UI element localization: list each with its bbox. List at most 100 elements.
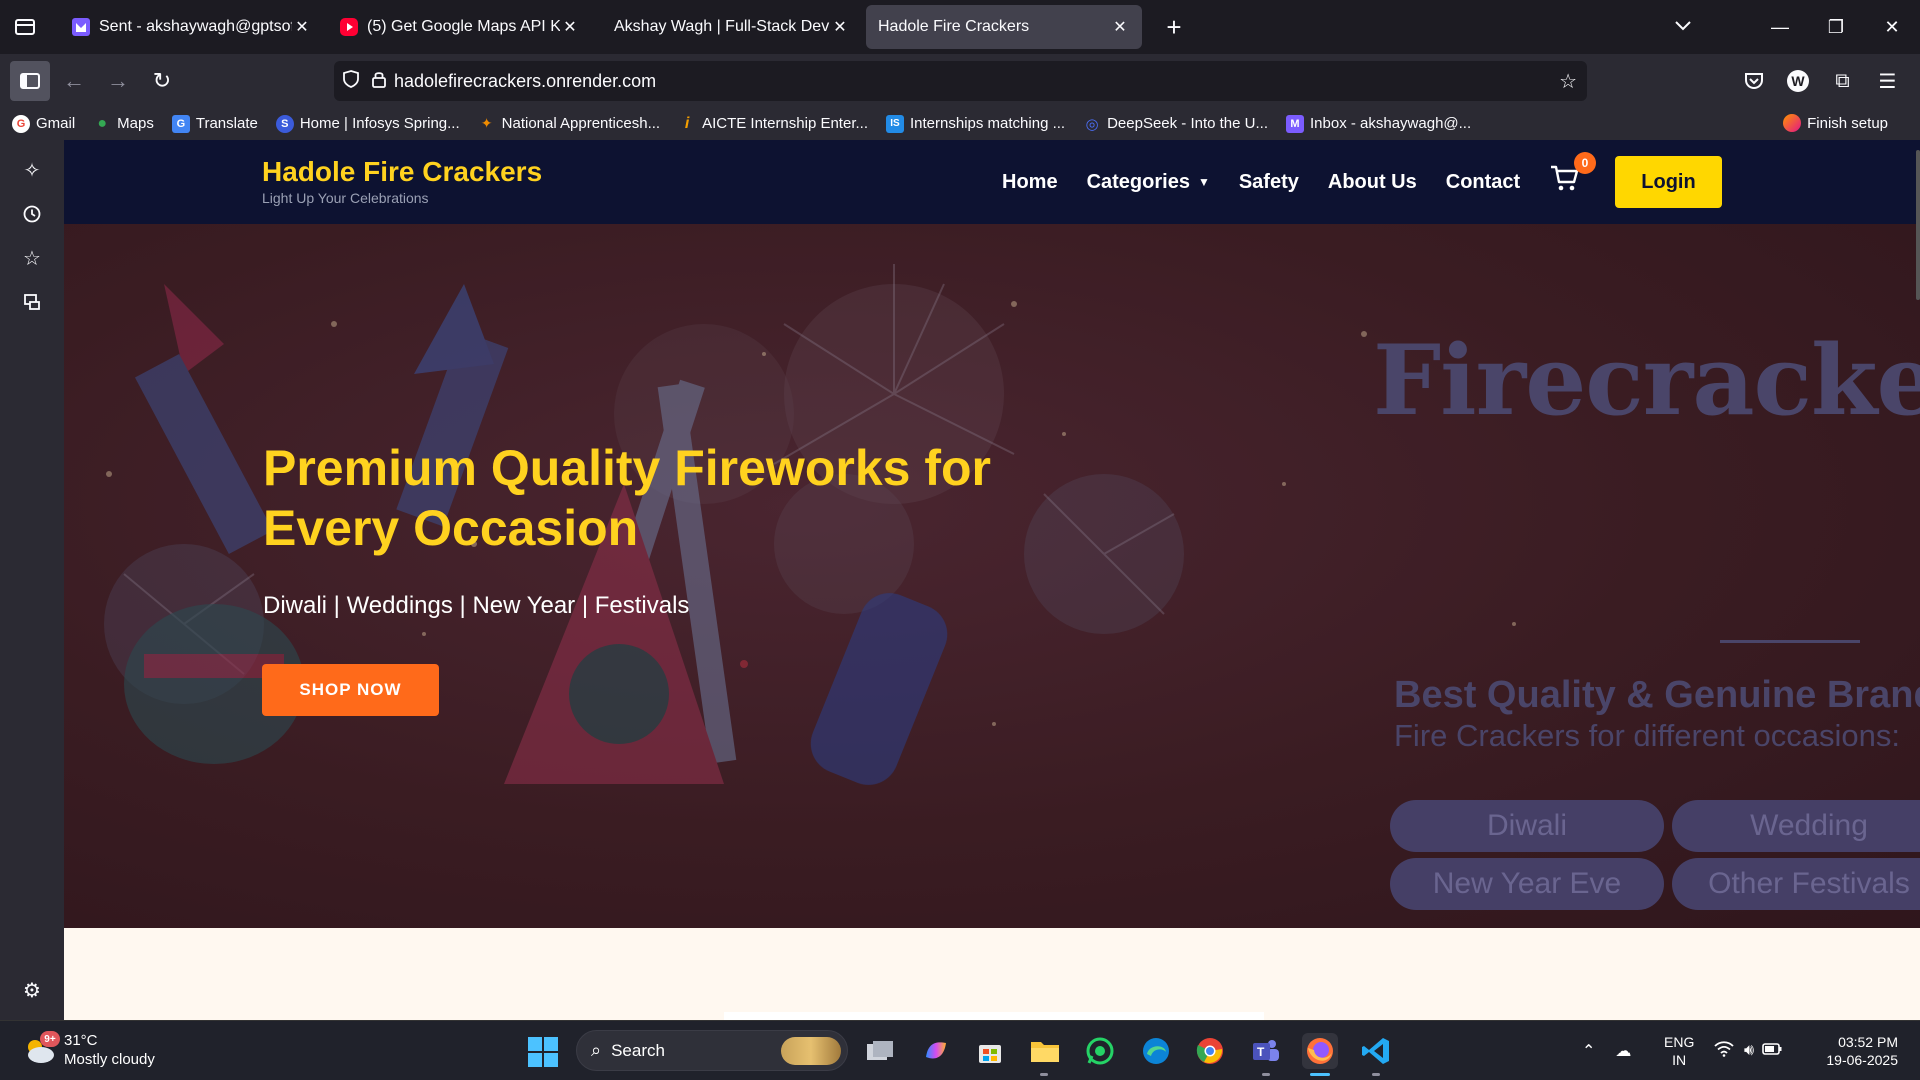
bookmark-gmail[interactable]: G Gmail: [12, 114, 75, 133]
sidebar-toggle-icon[interactable]: [10, 60, 50, 101]
clock-time: 03:52 PM: [1838, 1034, 1898, 1050]
synced-tabs-icon[interactable]: [0, 280, 64, 324]
tab-bar: Sent - akshaywagh@gptsoftwar ✕ (5) Get G…: [0, 0, 1920, 54]
close-window-icon[interactable]: ✕: [1864, 17, 1920, 38]
active-app-indicator: [1372, 1073, 1380, 1076]
tab-youtube[interactable]: (5) Get Google Maps API Key in ✕: [328, 5, 592, 49]
tab-list-icon[interactable]: [0, 0, 50, 54]
history-clock-icon[interactable]: [0, 192, 64, 236]
caret-down-icon: ▼: [1197, 175, 1210, 189]
springboard-icon: S: [275, 114, 294, 133]
shield-icon[interactable]: [334, 69, 368, 93]
onedrive-cloud-icon[interactable]: ☁: [1615, 1041, 1631, 1061]
page-scrollbar[interactable]: [1916, 150, 1920, 300]
reload-icon[interactable]: ↻: [142, 61, 182, 101]
vscode-icon[interactable]: [1358, 1033, 1394, 1069]
promo-line-2: Fire Crackers for different occasions:: [1394, 718, 1900, 753]
bookmark-aicte[interactable]: i AICTE Internship Enter...: [678, 115, 868, 133]
teams-icon[interactable]: T: [1248, 1033, 1284, 1069]
nav-home[interactable]: Home: [1002, 171, 1058, 194]
firefox-icon[interactable]: [1302, 1033, 1338, 1069]
close-icon[interactable]: ✕: [560, 17, 580, 37]
microsoft-store-icon[interactable]: [972, 1033, 1008, 1069]
nav-safety[interactable]: Safety: [1239, 171, 1299, 194]
ai-sparkle-icon[interactable]: ✧: [0, 148, 64, 192]
active-app-indicator: [1310, 1073, 1330, 1076]
tab-title: (5) Get Google Maps API Key in: [367, 18, 560, 35]
svg-text:T: T: [1257, 1045, 1265, 1059]
bookmark-inbox[interactable]: M Inbox - akshaywagh@...: [1286, 114, 1471, 133]
extensions-puzzle-icon[interactable]: ⧉: [1820, 61, 1865, 101]
bookmark-maps[interactable]: ● Maps: [93, 115, 154, 133]
bookmark-infosys[interactable]: S Home | Infosys Spring...: [275, 114, 460, 133]
login-button[interactable]: Login: [1615, 156, 1722, 208]
weather-temp: 31°C: [64, 1032, 98, 1049]
hero-subtitle: Diwali | Weddings | New Year | Festivals: [263, 592, 690, 619]
cloud-sun-icon: 9+: [22, 1031, 60, 1065]
site-logo[interactable]: Hadole Fire Crackers Light Up Your Celeb…: [262, 156, 542, 206]
search-icon: ⌕: [591, 1040, 602, 1060]
close-icon[interactable]: ✕: [1110, 17, 1130, 37]
close-icon[interactable]: ✕: [292, 17, 312, 37]
url-text[interactable]: hadolefirecrackers.onrender.com: [394, 71, 656, 92]
bookmark-internshala[interactable]: IS Internships matching ...: [886, 114, 1065, 133]
nav-about[interactable]: About Us: [1328, 171, 1417, 194]
hero-title: Premium Quality Fireworks for Every Occa…: [263, 440, 991, 556]
whatsapp-icon[interactable]: [1082, 1033, 1118, 1069]
url-bar[interactable]: hadolefirecrackers.onrender.com ☆: [334, 61, 1587, 101]
lock-icon[interactable]: [368, 70, 390, 93]
new-tab-icon[interactable]: +: [1154, 7, 1194, 47]
apprenticeship-icon: ✦: [480, 115, 493, 131]
nav-contact[interactable]: Contact: [1446, 171, 1520, 194]
search-label: Search: [611, 1040, 665, 1060]
weather-widget[interactable]: 9+ 31°C Mostly cloudy: [22, 1031, 155, 1069]
bookmarks-star-icon[interactable]: ☆: [0, 236, 64, 280]
nav-categories-label: Categories: [1086, 170, 1190, 193]
tab-hadole-fire-crackers[interactable]: Hadole Fire Crackers ✕: [866, 5, 1142, 49]
taskbar-search[interactable]: ⌕ Search: [576, 1030, 848, 1071]
main-nav: Home Categories ▼ Safety About Us Contact: [1002, 140, 1549, 224]
promo-line-1: Best Quality & Genuine Brand: [1394, 674, 1920, 716]
windows-start-icon[interactable]: [528, 1037, 558, 1067]
chevron-up-icon[interactable]: ⌃: [1582, 1041, 1595, 1061]
task-view-icon[interactable]: [862, 1033, 898, 1069]
chevron-down-icon[interactable]: [1674, 16, 1692, 37]
maps-pin-icon: ●: [97, 114, 107, 132]
menu-icon[interactable]: ☰: [1865, 61, 1910, 101]
close-icon[interactable]: ✕: [830, 17, 850, 37]
bookmark-translate[interactable]: G Translate: [171, 114, 258, 133]
promo-pill-diwali: Diwali: [1390, 800, 1664, 852]
tab-sent-mail[interactable]: Sent - akshaywagh@gptsoftwar ✕: [60, 5, 324, 49]
cart-count-badge: 0: [1574, 152, 1596, 174]
wifi-icon: [1714, 1040, 1734, 1062]
finish-setup-link[interactable]: Finish setup: [1783, 114, 1888, 132]
toolbar-extensions: W ⧉ ☰: [1731, 61, 1910, 101]
active-app-indicator: [1040, 1073, 1048, 1076]
file-explorer-icon[interactable]: [1027, 1033, 1063, 1069]
pocket-icon[interactable]: [1731, 61, 1776, 101]
copilot-icon[interactable]: [918, 1033, 954, 1069]
minimize-icon[interactable]: —: [1752, 17, 1808, 38]
input-language[interactable]: ENG IN: [1664, 1033, 1694, 1069]
system-icons[interactable]: 🔊︎: [1714, 1021, 1782, 1080]
restore-icon[interactable]: ❐: [1808, 17, 1864, 38]
back-arrow-icon[interactable]: ←: [54, 61, 94, 101]
youtube-icon: [340, 18, 358, 36]
forward-arrow-icon[interactable]: →: [98, 61, 138, 101]
lang-region: IN: [1672, 1052, 1687, 1068]
taskbar-clock[interactable]: 03:52 PM 19-06-2025: [1818, 1033, 1898, 1069]
gear-icon[interactable]: ⚙: [0, 968, 64, 1012]
bookmark-deepseek[interactable]: ◎ DeepSeek - Into the U...: [1083, 115, 1268, 133]
shop-now-button[interactable]: SHOP NOW: [262, 664, 439, 716]
w-extension-icon[interactable]: W: [1787, 70, 1809, 92]
bookmark-apprenticeship[interactable]: ✦ National Apprenticesh...: [478, 115, 660, 133]
nav-categories[interactable]: Categories ▼: [1087, 171, 1210, 194]
tab-title: Hadole Fire Crackers: [878, 18, 1030, 35]
next-section: [64, 928, 1920, 1020]
window-controls: — ❐ ✕: [1752, 0, 1920, 54]
tab-portfolio[interactable]: Akshay Wagh | Full-Stack Developer ✕: [596, 5, 862, 49]
bookmark-star-icon[interactable]: ☆: [1559, 69, 1577, 94]
edge-icon[interactable]: [1138, 1033, 1174, 1069]
chrome-icon[interactable]: [1192, 1033, 1228, 1069]
battery-icon: [1762, 1042, 1782, 1061]
